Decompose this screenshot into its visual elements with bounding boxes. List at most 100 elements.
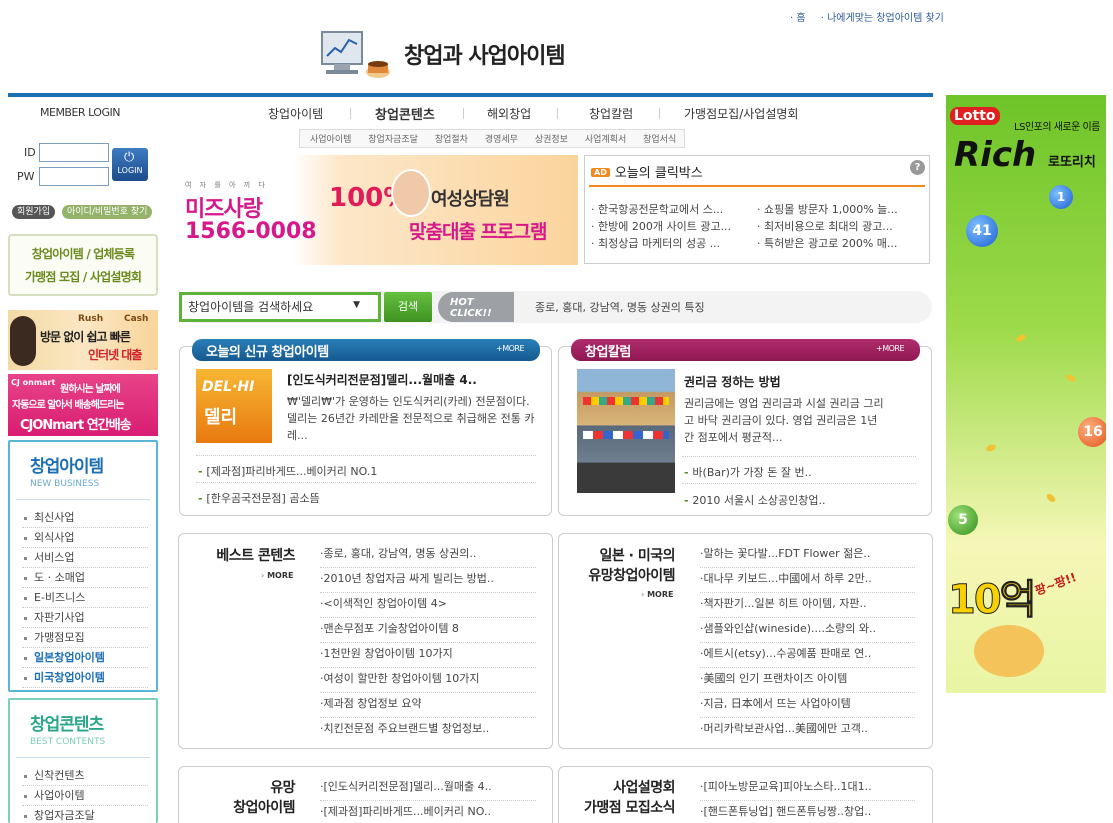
japan-item[interactable]: 말하는 꽃다발...FDT Flower 젊은.. xyxy=(700,543,915,568)
best-contents-more[interactable]: MORE xyxy=(261,571,293,580)
category-item-service[interactable]: 서비스업 xyxy=(22,548,148,568)
cjonmart-ad-banner[interactable]: CJ onmart 원하시는 날짜에 자동으로 알아서 배송해드리는 CJONm… xyxy=(8,374,158,436)
pw-input[interactable] xyxy=(39,167,109,186)
new-item-headline[interactable]: [인도식커리전문점]델리...월매출 4.. xyxy=(287,371,477,388)
category-item-food[interactable]: 외식사업 xyxy=(22,528,148,548)
subnav-item[interactable]: 상권정보 xyxy=(535,135,568,145)
column-more[interactable]: +MORE xyxy=(876,344,905,353)
new-item-list-item[interactable]: [제과점]파리바게뜨...베이커리 NO.1 xyxy=(198,463,377,479)
japan-item[interactable]: 지금, 日本에서 뜨는 사업아이템 xyxy=(700,693,915,718)
category-item-business[interactable]: 사업아이템 xyxy=(22,786,148,806)
header-divider xyxy=(8,93,933,97)
briefing-item[interactable]: [피아노방문교육]피아노스타..1대1.. xyxy=(700,776,915,801)
subnav-item[interactable]: 창업자금조달 xyxy=(368,135,418,145)
ad1-cash: Cash xyxy=(124,314,149,324)
subnav-item[interactable]: 사업계획서 xyxy=(585,135,626,145)
login-button[interactable]: LOGIN xyxy=(112,148,148,181)
japan-item[interactable]: 에트시(etsy)...수공예품 판매로 연.. xyxy=(700,643,915,668)
monitor-chart-icon xyxy=(321,31,390,78)
lotto-rich-logo: Rich xyxy=(954,135,1037,175)
best-item[interactable]: 종로, 홍대, 강남역, 명동 상권의.. xyxy=(320,543,536,568)
best-item[interactable]: 2010년 창업자금 싸게 빌리는 방법.. xyxy=(320,568,536,593)
join-button[interactable]: 회원가입 xyxy=(12,205,56,219)
japan-item[interactable]: 머리카락보관사업...美國에만 고객.. xyxy=(700,718,915,743)
search-button[interactable]: 검색 xyxy=(384,292,432,322)
home-link[interactable]: 홈 xyxy=(790,13,806,24)
find-item-link[interactable]: 나에게맞는 창업아이템 찾기 xyxy=(821,13,944,24)
top-links: 홈 나에게맞는 창업아이템 찾기 xyxy=(778,9,944,24)
new-items-more[interactable]: +MORE xyxy=(496,344,525,353)
best-item[interactable]: 여성이 할만한 창업아이템 10가지 xyxy=(320,668,536,693)
nav-startup-items[interactable]: 창업아이템 xyxy=(268,105,323,122)
best-item[interactable]: 치킨전문점 주요브랜드별 창업정보.. xyxy=(320,718,536,743)
japan-item[interactable]: 대나무 키보드...中國에서 하루 2만.. xyxy=(700,568,915,593)
delhi-logo-image[interactable]: DEL·HI 델리 xyxy=(196,369,272,443)
nav-column[interactable]: 창업칼럼 xyxy=(589,105,633,122)
best-item[interactable]: 1천만원 창업아이템 10가지 xyxy=(320,643,536,668)
column-list-item[interactable]: 바(Bar)가 가장 돈 잘 번.. xyxy=(684,464,811,480)
subnav-item[interactable]: 창업서식 xyxy=(643,135,676,145)
japan-item[interactable]: 美國의 인기 프랜차이즈 아이템 xyxy=(700,668,915,693)
search-select[interactable]: 창업아이템을 검색하세요 xyxy=(179,292,381,322)
category-box-business: 창업아이템 NEW BUSINESS 최신사업 외식사업 서비스업 도 · 소매… xyxy=(8,440,158,692)
category-item-retail[interactable]: 도 · 소매업 xyxy=(22,568,148,588)
hot-click-badge: HOT CLICK!! xyxy=(438,292,514,322)
lotto-rich-ad[interactable]: Lotto LS인포의 새로운 이름 Rich 로또리치 41 1 16 5 1… xyxy=(946,95,1106,693)
nav-franchise[interactable]: 가맹점모집/사업설명회 xyxy=(684,105,798,122)
category-item-usa[interactable]: 미국창업아이템 xyxy=(22,668,148,688)
category-item-latest[interactable]: 최신사업 xyxy=(22,508,148,528)
id-input[interactable] xyxy=(39,143,109,162)
column-list-item[interactable]: 2010 서울시 소상공인창업.. xyxy=(684,492,825,508)
id-label: ID xyxy=(24,146,36,159)
clickbox-item[interactable]: 쇼핑몰 방문자 1,000% 늘... xyxy=(757,201,917,217)
briefing-item[interactable]: [핸드폰튜닝업] 핸드폰튜닝짱..창업.. xyxy=(700,801,915,823)
nav-overseas[interactable]: 해외창업 xyxy=(487,105,531,122)
click-box-ad: AD오늘의 클릭박스 ? 한국항공전문학교에서 스... 쇼핑몰 방문자 1,0… xyxy=(584,155,930,264)
ad1-text2: 인터넷 대출 xyxy=(88,348,142,362)
nav-startup-contents[interactable]: 창업콘텐츠 xyxy=(375,104,435,123)
clickbox-item[interactable]: 한국항공전문학교에서 스... xyxy=(591,201,751,217)
category-item-japan[interactable]: 일본창업아이템 xyxy=(22,648,148,668)
register-item-link[interactable]: 창업아이템 / 업체등록 xyxy=(10,245,156,262)
login-button-label: LOGIN xyxy=(117,166,143,175)
column-body: 권리금에는 영업 권리금과 시설 권리금 그리고 바닥 권리금이 있다. 영업 … xyxy=(684,397,884,444)
category-item-new-contents[interactable]: 신착컨텐츠 xyxy=(22,766,148,786)
franchise-recruit-link[interactable]: 가맹점 모집 / 사업설명회 xyxy=(10,268,156,285)
category-item-ebiz[interactable]: E-비즈니스 xyxy=(22,588,148,608)
ad1-rush: Rush xyxy=(78,314,104,324)
ad1-model-image xyxy=(10,316,36,366)
best-item[interactable]: <이색적인 창업아이템 4> xyxy=(320,593,536,618)
japan-item[interactable]: 샘플와인샵(wineside)....소량의 와.. xyxy=(700,618,915,643)
site-logo[interactable]: 창업과 사업아이템 xyxy=(318,28,618,84)
clickbox-item[interactable]: 특허받은 광고로 200% 매... xyxy=(757,235,917,251)
category-item-franchise[interactable]: 가맹점모집 xyxy=(22,628,148,648)
japan-item[interactable]: 책자판기...일본 히트 아이템, 자판.. xyxy=(700,593,915,618)
banner-counsel: 여성상담원 xyxy=(431,189,510,210)
subnav-item[interactable]: 경영세무 xyxy=(485,135,518,145)
subnav-item[interactable]: 사업아이템 xyxy=(310,135,351,145)
hot-keyword-link[interactable]: 종로, 홍대, 강남역, 명동 상권의 특징 xyxy=(535,299,705,315)
best-item[interactable]: 제과점 창업정보 요약 xyxy=(320,693,536,718)
japan-usa-more[interactable]: MORE xyxy=(641,590,673,599)
coin-icon xyxy=(1045,492,1057,504)
promising-item[interactable]: [제과점]파리바게뜨...베이커리 NO.. xyxy=(320,801,536,823)
mizsarang-banner[interactable]: 여 자 를 아 끼 다 미즈사랑 1566-0008 100% 여성상담원 맞춤… xyxy=(181,155,578,265)
clickbox-item[interactable]: 한방에 200개 사이트 광고... xyxy=(591,218,751,234)
category-item-funding[interactable]: 창업자금조달 xyxy=(22,806,148,823)
ad2-line3: CJONmart 연간배송 xyxy=(20,418,132,433)
help-icon[interactable]: ? xyxy=(910,160,925,175)
column-headline[interactable]: 권리금 정하는 방법 xyxy=(684,373,781,390)
category-item-vending[interactable]: 자판기사업 xyxy=(22,608,148,628)
clickbox-item[interactable]: 최정상급 마케터의 성공 ... xyxy=(591,235,751,251)
subnav-item[interactable]: 창업절차 xyxy=(435,135,468,145)
building-photo[interactable] xyxy=(577,369,675,493)
best-item[interactable]: 맨손무점포 기술창업아이템 8 xyxy=(320,618,536,643)
clickbox-item[interactable]: 최저비용으로 최대의 광고... xyxy=(757,218,917,234)
loan-ad-banner[interactable]: Rush Cash 방문 없이 쉽고 빠른 인터넷 대출 xyxy=(8,310,158,370)
find-account-button[interactable]: 아이디/비밀번호 찾기 xyxy=(62,205,153,219)
promising-item[interactable]: [인도식커리전문점]델리...월매출 4.. xyxy=(320,776,536,801)
category-title: 창업콘텐츠 xyxy=(30,715,104,735)
new-item-list-item[interactable]: [한우곰국전문점] 곰소뜸 xyxy=(198,490,319,506)
clickbox-title: AD 오늘의 클릭박스 xyxy=(591,162,703,181)
lotto-ball-icon: 41 xyxy=(966,215,998,247)
